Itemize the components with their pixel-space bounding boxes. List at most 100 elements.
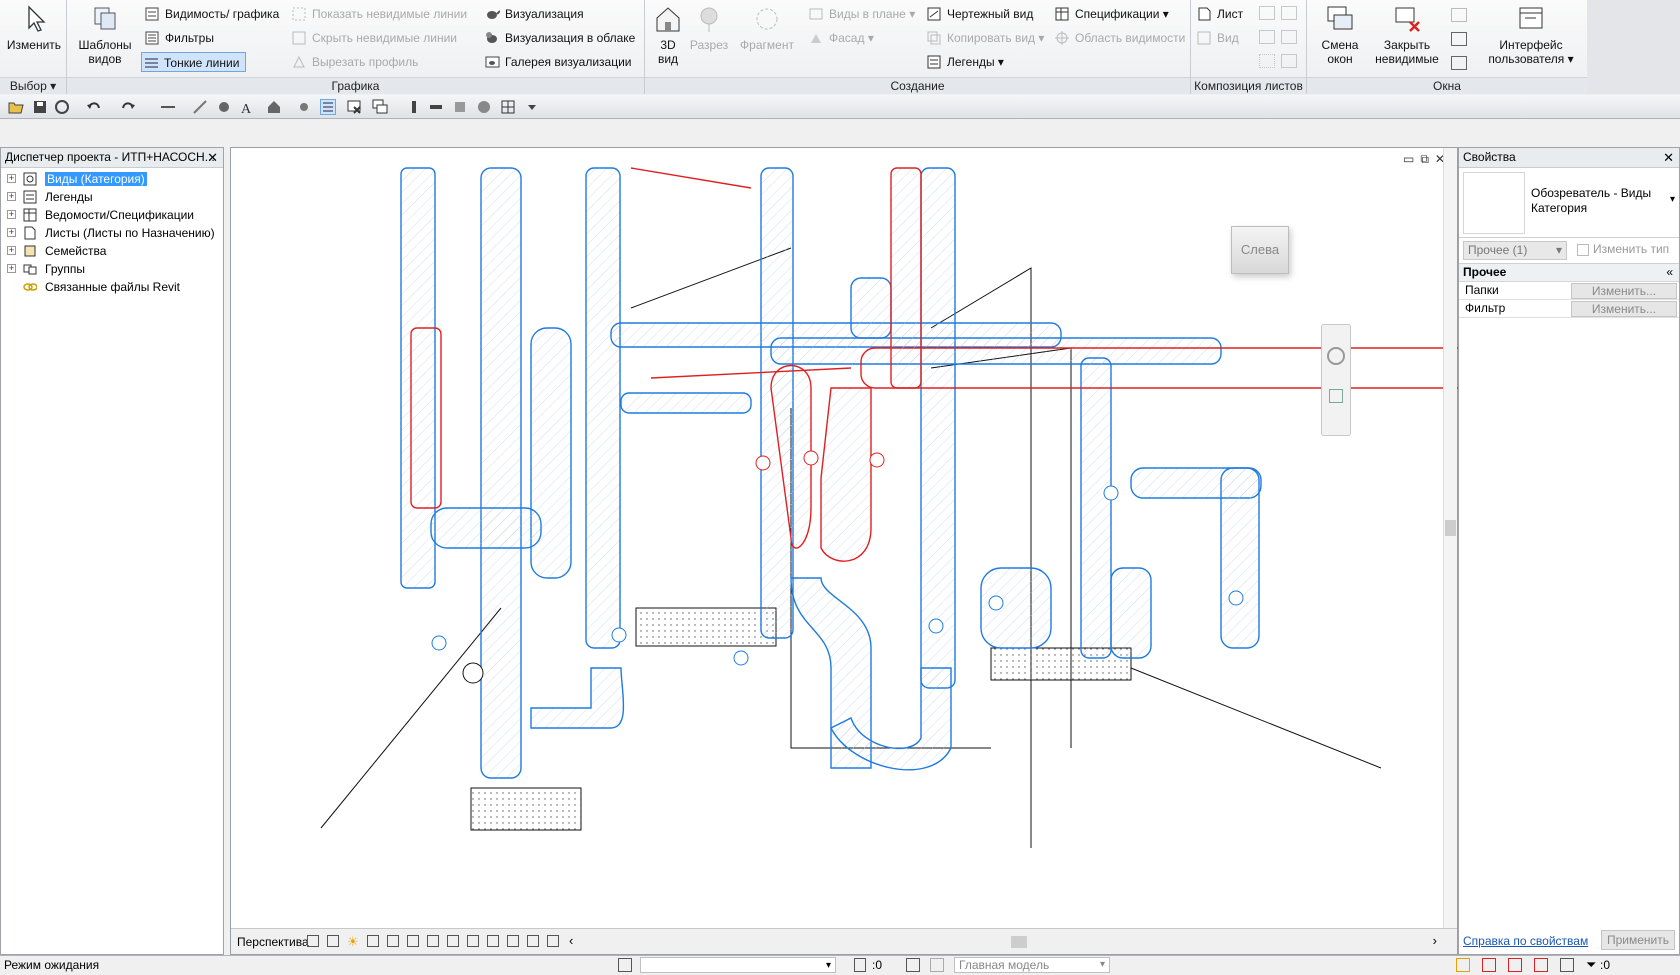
sun-path-icon[interactable] [327,935,339,947]
design-options-icon[interactable] [906,958,920,972]
grid-icon[interactable] [500,99,516,115]
switch-windows-qat-icon[interactable] [372,99,388,115]
close-windows-icon[interactable] [346,99,362,115]
type-dropdown-icon[interactable]: ▾ [1670,194,1675,205]
viewports-icon[interactable] [1281,54,1297,68]
vertical-scrollbar[interactable] [1443,148,1457,928]
thin-lines-qat-icon[interactable] [320,99,336,115]
edit-folders-button[interactable]: Изменить... [1571,283,1677,299]
edit-type-button[interactable]: Изменить тип [1573,241,1677,260]
schedules-button[interactable]: Спецификации ▾ [1053,4,1169,24]
edit-filter-button[interactable]: Изменить... [1571,301,1677,317]
design-option-select[interactable]: Главная модель ▾ [954,957,1110,973]
constraints-icon[interactable] [547,935,559,947]
view-templates-button[interactable]: Шаблоны видов [75,4,135,66]
undo-icon[interactable] [86,99,102,115]
guide-grid-icon[interactable] [1259,30,1275,44]
worksets-icon[interactable] [618,958,632,972]
expand-icon[interactable]: + [7,246,16,255]
distribute-icon[interactable] [428,99,444,115]
close-icon[interactable]: ✕ [207,148,218,167]
show-hidden-lines-button[interactable]: Показать невидимые линии [290,4,467,24]
viewcube[interactable]: Слева [1231,226,1289,274]
align-icon[interactable] [406,99,422,115]
horizontal-scroll-thumb[interactable] [1011,936,1027,948]
dimension-icon[interactable] [192,99,208,115]
sheet-button[interactable]: Лист [1195,4,1243,24]
mirror-icon[interactable] [476,99,492,115]
modify-button[interactable]: Изменить [4,4,64,52]
render-button[interactable]: Визуализация [483,4,584,24]
title-block-icon[interactable] [1259,6,1275,20]
array-icon[interactable] [452,99,468,115]
tree-item-views[interactable]: + Виды (Категория) [1,170,223,188]
temp-properties-icon[interactable] [507,935,519,947]
user-interface-button[interactable]: Интерфейс пользователя ▾ [1483,4,1579,66]
expand-icon[interactable]: + [7,192,16,201]
tree-item-schedules[interactable]: + Ведомости/Спецификации [1,206,223,224]
revisions-icon[interactable] [1281,6,1297,20]
cascade-icon[interactable] [1451,32,1467,46]
tag-icon[interactable] [216,99,232,115]
duplicate-view-button[interactable]: Копировать вид ▾ [925,28,1044,48]
tree-item-families[interactable]: + Семейства [1,242,223,260]
legends-button[interactable]: Легенды ▾ [925,52,1004,72]
expand-icon[interactable]: + [7,264,16,273]
text-icon[interactable]: A [238,99,254,117]
instance-filter-select[interactable]: Прочее (1) ▾ [1463,241,1567,260]
scope-box-button[interactable]: Область видимости [1053,28,1185,48]
hide-isolate-icon[interactable] [467,935,479,947]
select-group-title[interactable]: Выбор ▾ [0,77,66,94]
default-3d-icon[interactable] [266,99,282,115]
replicate-icon[interactable] [1451,8,1467,22]
customize-qat-icon[interactable] [524,99,540,115]
place-view-button[interactable]: Вид [1195,28,1239,48]
visual-style-icon[interactable] [307,935,319,947]
filter-funnel-icon[interactable]: ⏷ [1586,956,1596,974]
drawing-area[interactable]: ▭⧉✕ Слева Перспектива ☀ ‹ › [230,147,1459,955]
expand-icon[interactable]: + [7,228,16,237]
tile-icon[interactable] [1451,56,1467,70]
unlock-view-icon[interactable] [447,935,459,947]
properties-section-header[interactable]: Прочее « [1459,264,1679,282]
matchline-icon[interactable] [1281,30,1297,44]
drafting-view-button[interactable]: Чертежный вид [925,4,1033,24]
apply-button[interactable]: Применить [1601,930,1675,950]
redo-icon[interactable] [120,99,136,115]
render-cloud-button[interactable]: Визуализация в облаке [483,28,635,48]
render-gallery-button[interactable]: Галерея визуализации [483,52,632,72]
tree-item-sheets[interactable]: + Листы (Листы по Назначению) [1,224,223,242]
select-links-icon[interactable] [1456,958,1470,972]
properties-help-link[interactable]: Справка по свойствам [1463,934,1588,948]
filters-button[interactable]: Фильтры [143,28,214,48]
section-qat-icon[interactable] [296,99,312,115]
elevation-button[interactable]: Фасад ▾ [807,28,874,48]
open-icon[interactable] [8,99,24,115]
shadows-icon[interactable] [367,935,379,947]
expand-icon[interactable]: + [7,174,16,183]
sync-icon[interactable] [54,99,70,115]
expand-icon[interactable]: + [7,210,16,219]
save-icon[interactable] [32,99,48,115]
zoom-region-icon[interactable] [1329,389,1343,403]
plan-views-button[interactable]: Виды в плане ▾ [807,4,915,24]
drag-on-selection-icon[interactable] [1560,958,1574,972]
visibility-graphics-button[interactable]: Видимость/ графика [143,4,279,24]
callout-button[interactable]: Фрагмент [737,4,797,52]
select-pinned-icon[interactable] [1508,958,1522,972]
render-dialog-icon[interactable] [387,935,399,947]
select-underlay-icon[interactable] [1482,958,1496,972]
editable-only-icon[interactable] [930,958,944,972]
switch-windows-button[interactable]: Смена окон [1315,4,1365,66]
3d-view-button[interactable]: 3D вид [651,4,685,66]
tree-item-legends[interactable]: + Легенды [1,188,223,206]
filter-select-icon[interactable] [854,958,866,972]
view-reference-icon[interactable] [1259,54,1275,68]
tree-item-groups[interactable]: + Группы [1,260,223,278]
reveal-hidden-icon[interactable] [487,935,499,947]
hide-hidden-lines-button[interactable]: Скрыть невидимые линии [290,28,457,48]
scroll-left-icon[interactable]: ‹ [569,933,573,948]
section-button[interactable]: Разрез [687,4,731,52]
thin-lines-button[interactable]: Тонкие линии [141,52,247,72]
scroll-right-icon[interactable]: › [1433,933,1437,948]
